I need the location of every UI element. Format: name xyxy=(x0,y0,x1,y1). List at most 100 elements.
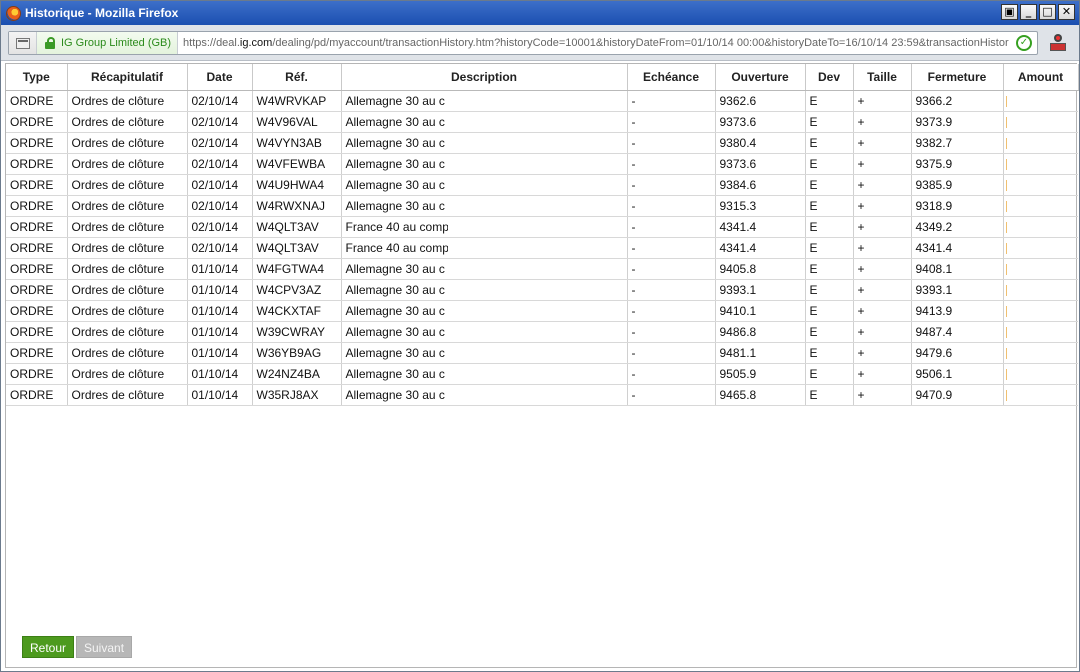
cell-expiry: - xyxy=(627,300,716,322)
cell-size: + xyxy=(853,132,912,154)
table-row[interactable]: ORDRE Ordres de clôture 01/10/14 W24NZ4BA Al… xyxy=(6,363,1078,385)
cell-summary: Ordres de clôture xyxy=(67,384,188,406)
cell-type: ORDRE xyxy=(6,195,68,217)
table-row[interactable]: ORDRE Ordres de clôture 01/10/14 W39CWRAY Al… xyxy=(6,321,1078,343)
cell-amount xyxy=(1003,216,1078,238)
cell-close: 9506.1 xyxy=(911,363,1004,385)
cell-open: 9405.8 xyxy=(715,258,806,280)
next-button[interactable]: Suivant xyxy=(76,636,133,658)
back-button[interactable]: Retour xyxy=(22,636,75,658)
url-text[interactable]: https://deal.ig.com/dealing/pd/myaccount… xyxy=(178,37,1016,49)
cell-size: + xyxy=(853,363,912,385)
cell-amount xyxy=(1003,384,1078,406)
cell-description: Allemagne 30 au c xyxy=(341,300,628,322)
cell-close: 4341.4 xyxy=(911,237,1004,259)
cell-expiry: - xyxy=(627,195,716,217)
table-row[interactable]: ORDRE Ordres de clôture 01/10/14 W4CKXTAF Al… xyxy=(6,300,1078,322)
cell-currency: E xyxy=(805,258,854,280)
cell-amount xyxy=(1003,132,1078,154)
cell-amount xyxy=(1003,237,1078,259)
cell-expiry: - xyxy=(627,90,716,112)
cell-date: 02/10/14 xyxy=(187,153,253,175)
cell-close: 9413.9 xyxy=(911,300,1004,322)
table-row[interactable]: ORDRE Ordres de clôture 02/10/14 W4VYN3AB Al… xyxy=(6,132,1078,154)
cell-amount xyxy=(1003,300,1078,322)
cell-expiry: - xyxy=(627,258,716,280)
table-row[interactable]: ORDRE Ordres de clôture 01/10/14 W35RJ8AX Al… xyxy=(6,384,1078,406)
cell-type: ORDRE xyxy=(6,300,68,322)
cell-amount xyxy=(1003,363,1078,385)
column-header-date: Date xyxy=(187,64,253,91)
cell-size: + xyxy=(853,111,912,133)
cell-type: ORDRE xyxy=(6,153,68,175)
url-bar[interactable]: IG Group Limited (GB) https://deal.ig.co… xyxy=(8,31,1038,55)
site-identity[interactable]: IG Group Limited (GB) xyxy=(37,32,179,54)
cell-size: + xyxy=(853,174,912,196)
maximize-button[interactable]: □ xyxy=(1039,4,1056,20)
table-row[interactable]: ORDRE Ordres de clôture 01/10/14 W4CPV3AZ Al… xyxy=(6,279,1078,301)
cell-summary: Ordres de clôture xyxy=(67,237,188,259)
cell-date: 02/10/14 xyxy=(187,174,253,196)
cell-expiry: - xyxy=(627,111,716,133)
cell-expiry: - xyxy=(627,279,716,301)
cell-date: 01/10/14 xyxy=(187,363,253,385)
cell-expiry: - xyxy=(627,363,716,385)
cell-description: Allemagne 30 au c xyxy=(341,342,628,364)
cell-close: 9366.2 xyxy=(911,90,1004,112)
cell-type: ORDRE xyxy=(6,132,68,154)
cell-ref: W39CWRAY xyxy=(252,321,342,343)
cell-description: Allemagne 30 au c xyxy=(341,90,628,112)
table-row[interactable]: ORDRE Ordres de clôture 02/10/14 W4WRVKAP Al… xyxy=(6,90,1078,112)
cell-summary: Ordres de clôture xyxy=(67,111,188,133)
table-row[interactable]: ORDRE Ordres de clôture 01/10/14 W4FGTWA4 Al… xyxy=(6,258,1078,280)
navigation-toolbar: IG Group Limited (GB) https://deal.ig.co… xyxy=(1,25,1079,61)
cell-currency: E xyxy=(805,279,854,301)
cell-open: 9384.6 xyxy=(715,174,806,196)
window-controls: ▣ _ □ ✕ xyxy=(1001,4,1075,20)
cell-close: 4349.2 xyxy=(911,216,1004,238)
cell-amount xyxy=(1003,111,1078,133)
cell-currency: E xyxy=(805,300,854,322)
close-button[interactable]: ✕ xyxy=(1058,4,1075,20)
checkmark-icon[interactable]: ✓ xyxy=(1016,35,1032,51)
table-row[interactable]: ORDRE Ordres de clôture 02/10/14 W4QLT3AV Fr… xyxy=(6,237,1078,259)
cell-ref: W4VYN3AB xyxy=(252,132,342,154)
cell-expiry: - xyxy=(627,237,716,259)
cell-open: 9486.8 xyxy=(715,321,806,343)
cell-expiry: - xyxy=(627,153,716,175)
addon-icon[interactable] xyxy=(1049,34,1067,52)
cell-description: Allemagne 30 au c xyxy=(341,195,628,217)
page-icon[interactable] xyxy=(9,32,37,54)
cell-type: ORDRE xyxy=(6,258,68,280)
cell-amount xyxy=(1003,174,1078,196)
cell-summary: Ordres de clôture xyxy=(67,90,188,112)
table-row[interactable]: ORDRE Ordres de clôture 02/10/14 W4U9HWA4 Al… xyxy=(6,174,1078,196)
cell-date: 01/10/14 xyxy=(187,300,253,322)
cell-open: 9315.3 xyxy=(715,195,806,217)
minimize-button[interactable]: _ xyxy=(1020,4,1037,20)
cell-type: ORDRE xyxy=(6,342,68,364)
table-row[interactable]: ORDRE Ordres de clôture 01/10/14 W36YB9AG Al… xyxy=(6,342,1078,364)
table-row[interactable]: ORDRE Ordres de clôture 02/10/14 W4QLT3AV Fr… xyxy=(6,216,1078,238)
cell-expiry: - xyxy=(627,216,716,238)
lock-icon xyxy=(45,37,55,49)
cell-date: 01/10/14 xyxy=(187,342,253,364)
cell-amount xyxy=(1003,195,1078,217)
table-row[interactable]: ORDRE Ordres de clôture 02/10/14 W4VFEWBA Al… xyxy=(6,153,1078,175)
cell-open: 9410.1 xyxy=(715,300,806,322)
table-row[interactable]: ORDRE Ordres de clôture 02/10/14 W4V96VAL Al… xyxy=(6,111,1078,133)
restore-icon[interactable]: ▣ xyxy=(1001,4,1018,20)
column-header-close: Fermeture xyxy=(911,64,1004,91)
cell-close: 9408.1 xyxy=(911,258,1004,280)
column-header-ref: Réf. xyxy=(252,64,342,91)
cell-currency: E xyxy=(805,195,854,217)
cell-ref: W4V96VAL xyxy=(252,111,342,133)
title-bar: Historique - Mozilla Firefox ▣ _ □ ✕ xyxy=(1,1,1079,25)
cell-open: 9373.6 xyxy=(715,153,806,175)
table-row[interactable]: ORDRE Ordres de clôture 02/10/14 W4RWXNAJ Al… xyxy=(6,195,1078,217)
cell-summary: Ordres de clôture xyxy=(67,174,188,196)
column-header-description: Description xyxy=(341,64,628,91)
cell-open: 4341.4 xyxy=(715,237,806,259)
cell-amount xyxy=(1003,258,1078,280)
cell-open: 9393.1 xyxy=(715,279,806,301)
